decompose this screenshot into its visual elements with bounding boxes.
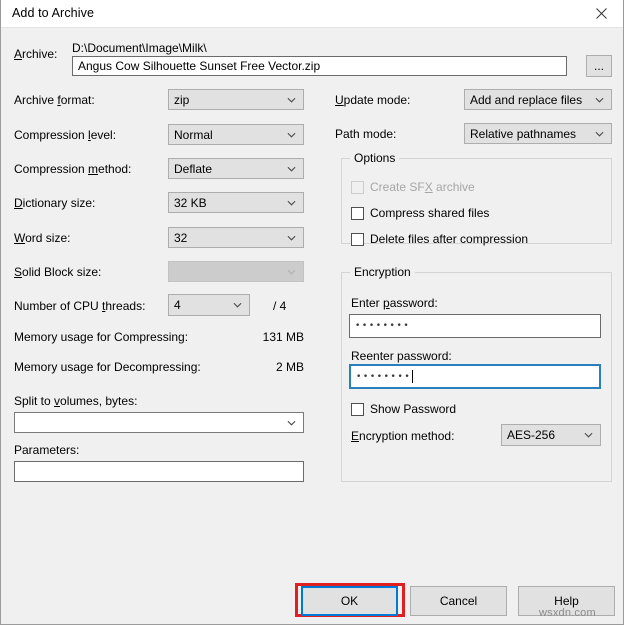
reenter-password-input[interactable]: •••••••• bbox=[349, 364, 601, 389]
enter-password-input[interactable]: •••••••• bbox=[349, 314, 601, 338]
reenter-password-value: •••••••• bbox=[356, 371, 412, 382]
parameters-input[interactable] bbox=[14, 461, 304, 482]
close-icon[interactable] bbox=[579, 0, 623, 27]
chevron-down-icon bbox=[287, 269, 296, 275]
chevron-down-icon bbox=[287, 420, 296, 426]
chevron-down-icon bbox=[584, 432, 593, 438]
create-sfx-archive-checkbox: Create SFX archive bbox=[351, 180, 475, 194]
chevron-down-icon bbox=[287, 132, 296, 138]
update-mode-value: Add and replace files bbox=[470, 92, 583, 107]
archive-filename-input[interactable]: Angus Cow Silhouette Sunset Free Vector.… bbox=[72, 56, 567, 76]
update-mode-combo[interactable]: Add and replace files bbox=[464, 89, 612, 110]
checkbox-box bbox=[351, 402, 364, 416]
word-size-combo[interactable]: 32 bbox=[168, 227, 304, 248]
delete-files-after-compression-checkbox[interactable]: Delete files after compression bbox=[351, 232, 528, 246]
archive-filename-value: Angus Cow Silhouette Sunset Free Vector.… bbox=[78, 59, 321, 73]
ok-button[interactable]: OK bbox=[301, 586, 398, 616]
close-glyph bbox=[595, 8, 607, 19]
encryption-method-value: AES-256 bbox=[507, 428, 556, 442]
enter-password-label: Enter password: bbox=[351, 296, 438, 310]
chevron-down-icon bbox=[595, 131, 604, 137]
solid-block-size-combo bbox=[168, 261, 304, 282]
chevron-down-icon bbox=[287, 235, 296, 241]
add-to-archive-dialog: Add to Archive Archive: D:\Document\Imag… bbox=[0, 0, 624, 625]
encryption-method-combo[interactable]: AES-256 bbox=[501, 424, 601, 446]
window-title: Add to Archive bbox=[12, 6, 95, 20]
encryption-method-label: Encryption method: bbox=[351, 429, 455, 443]
chevron-down-icon bbox=[233, 302, 242, 308]
create-sfx-archive-label: Create SFX archive bbox=[370, 180, 475, 194]
delete-files-after-compression-label: Delete files after compression bbox=[370, 232, 529, 246]
show-password-label: Show Password bbox=[370, 402, 457, 416]
archive-path-text: D:\Document\Image\Milk\ bbox=[72, 41, 207, 55]
compression-level-value: Normal bbox=[174, 127, 213, 142]
enter-password-value: •••••••• bbox=[355, 321, 411, 331]
compression-level-label: Compression level: bbox=[14, 128, 117, 142]
reenter-password-label: Reenter password: bbox=[351, 349, 452, 363]
path-mode-label: Path mode: bbox=[335, 127, 397, 141]
solid-block-size-label: Solid Block size: bbox=[14, 265, 102, 279]
checkbox-box bbox=[351, 232, 364, 246]
archive-label-text: rchive: bbox=[22, 47, 58, 61]
compression-method-combo[interactable]: Deflate bbox=[168, 158, 304, 179]
chevron-down-icon bbox=[595, 97, 604, 103]
watermark: wsxdn.com bbox=[539, 607, 596, 619]
compress-shared-files-checkbox[interactable]: Compress shared files bbox=[351, 206, 489, 220]
text-cursor bbox=[412, 370, 414, 383]
path-mode-value: Relative pathnames bbox=[470, 126, 577, 141]
memory-compress-value: 131 MB bbox=[262, 330, 304, 344]
archive-format-label: Archive format: bbox=[14, 93, 95, 107]
archive-format-combo[interactable]: zip bbox=[168, 89, 304, 110]
memory-compress-label: Memory usage for Compressing: bbox=[14, 330, 189, 344]
cpu-threads-total: / 4 bbox=[273, 299, 287, 313]
cancel-button[interactable]: Cancel bbox=[410, 586, 507, 616]
options-group-title: Options bbox=[350, 151, 400, 165]
split-volumes-combo[interactable] bbox=[14, 412, 304, 433]
update-mode-label: Update mode: bbox=[335, 93, 411, 107]
cpu-threads-value: 4 bbox=[174, 298, 181, 312]
dictionary-size-value: 32 KB bbox=[174, 195, 207, 210]
compress-shared-files-label: Compress shared files bbox=[370, 206, 490, 220]
parameters-label: Parameters: bbox=[14, 443, 80, 457]
chevron-down-icon bbox=[287, 97, 296, 103]
chevron-down-icon bbox=[287, 166, 296, 172]
dictionary-size-combo[interactable]: 32 KB bbox=[168, 192, 304, 213]
word-size-label: Word size: bbox=[14, 231, 71, 245]
browse-button[interactable]: ... bbox=[586, 55, 612, 77]
memory-decompress-label: Memory usage for Decompressing: bbox=[14, 360, 201, 374]
compression-method-value: Deflate bbox=[174, 161, 213, 176]
checkbox-box bbox=[351, 180, 364, 194]
title-bar: Add to Archive bbox=[1, 0, 623, 28]
path-mode-combo[interactable]: Relative pathnames bbox=[464, 123, 612, 144]
split-volumes-label: Split to volumes, bytes: bbox=[14, 394, 138, 408]
memory-decompress-value: 2 MB bbox=[275, 360, 304, 374]
cpu-threads-label: Number of CPU threads: bbox=[14, 299, 146, 313]
compression-method-label: Compression method: bbox=[14, 162, 132, 176]
cpu-threads-combo[interactable]: 4 bbox=[168, 294, 250, 316]
encryption-group-title: Encryption bbox=[350, 265, 415, 279]
dictionary-size-label: Dictionary size: bbox=[14, 196, 96, 210]
chevron-down-icon bbox=[287, 200, 296, 206]
archive-label: Archive: bbox=[14, 47, 58, 61]
word-size-value: 32 bbox=[174, 230, 188, 245]
compression-level-combo[interactable]: Normal bbox=[168, 124, 304, 145]
checkbox-box bbox=[351, 206, 364, 220]
archive-format-value: zip bbox=[174, 92, 190, 107]
show-password-checkbox[interactable]: Show Password bbox=[351, 402, 456, 416]
